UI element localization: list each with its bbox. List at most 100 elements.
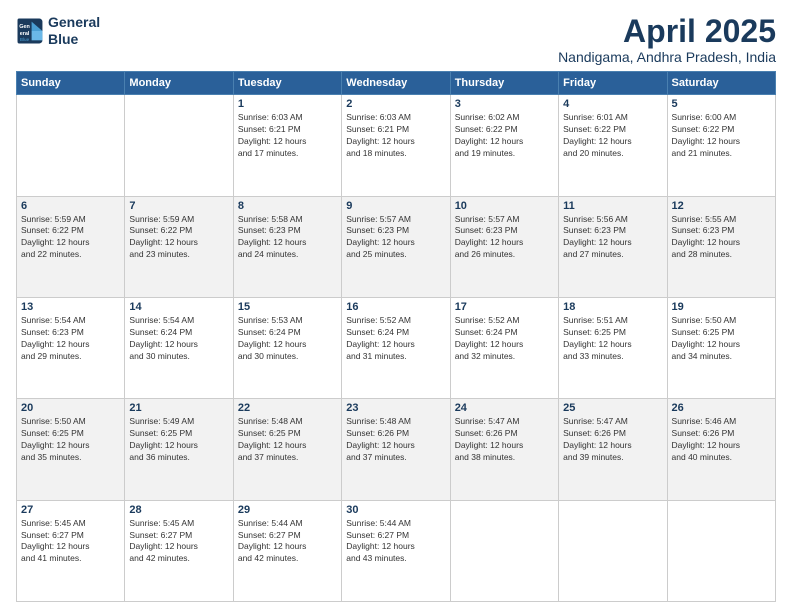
day-number: 15 — [238, 301, 337, 313]
day-info: Sunrise: 5:57 AM Sunset: 6:23 PM Dayligh… — [455, 214, 554, 262]
day-info: Sunrise: 5:48 AM Sunset: 6:25 PM Dayligh… — [238, 416, 337, 464]
day-info: Sunrise: 5:53 AM Sunset: 6:24 PM Dayligh… — [238, 315, 337, 363]
day-number: 30 — [346, 504, 445, 516]
calendar-week-row: 1 Sunrise: 6:03 AM Sunset: 6:21 PM Daylig… — [17, 95, 776, 196]
logo-text-line2: Blue — [48, 31, 100, 48]
day-info: Sunrise: 6:03 AM Sunset: 6:21 PM Dayligh… — [346, 112, 445, 160]
day-number: 14 — [129, 301, 228, 313]
table-row: 18Sunrise: 5:51 AM Sunset: 6:25 PM Dayli… — [559, 297, 667, 398]
calendar-week-row: 27Sunrise: 5:45 AM Sunset: 6:27 PM Dayli… — [17, 500, 776, 601]
day-info: Sunrise: 5:59 AM Sunset: 6:22 PM Dayligh… — [21, 214, 120, 262]
day-info: Sunrise: 5:51 AM Sunset: 6:25 PM Dayligh… — [563, 315, 662, 363]
header-saturday: Saturday — [667, 72, 775, 95]
day-info: Sunrise: 5:55 AM Sunset: 6:23 PM Dayligh… — [672, 214, 771, 262]
day-info: Sunrise: 5:52 AM Sunset: 6:24 PM Dayligh… — [346, 315, 445, 363]
day-number: 26 — [672, 402, 771, 414]
day-number: 5 — [672, 98, 771, 110]
calendar-week-row: 13Sunrise: 5:54 AM Sunset: 6:23 PM Dayli… — [17, 297, 776, 398]
table-row: 1 Sunrise: 6:03 AM Sunset: 6:21 PM Daylig… — [233, 95, 341, 196]
day-number: 20 — [21, 402, 120, 414]
day-info: Sunrise: 5:50 AM Sunset: 6:25 PM Dayligh… — [21, 416, 120, 464]
day-number: 28 — [129, 504, 228, 516]
header-thursday: Thursday — [450, 72, 558, 95]
table-row: 21Sunrise: 5:49 AM Sunset: 6:25 PM Dayli… — [125, 399, 233, 500]
table-row: 14 Sunrise: 5:54 AM Sunset: 6:24 PM Dayli… — [125, 297, 233, 398]
day-number: 3 — [455, 98, 554, 110]
table-row: 3 Sunrise: 6:02 AM Sunset: 6:22 PM Daylig… — [450, 95, 558, 196]
table-row: 28Sunrise: 5:45 AM Sunset: 6:27 PM Dayli… — [125, 500, 233, 601]
day-info: Sunrise: 5:57 AM Sunset: 6:23 PM Dayligh… — [346, 214, 445, 262]
table-row: 23Sunrise: 5:48 AM Sunset: 6:26 PM Dayli… — [342, 399, 450, 500]
table-row: 26 Sunrise: 5:46 AM Sunset: 6:26 PM Dayli… — [667, 399, 775, 500]
day-info: Sunrise: 5:45 AM Sunset: 6:27 PM Dayligh… — [21, 518, 120, 566]
page: Gen eral Blue General Blue April 2025 Na… — [0, 0, 792, 612]
table-row: 25Sunrise: 5:47 AM Sunset: 6:26 PM Dayli… — [559, 399, 667, 500]
day-info: Sunrise: 5:54 AM Sunset: 6:24 PM Dayligh… — [129, 315, 228, 363]
table-row — [559, 500, 667, 601]
header-monday: Monday — [125, 72, 233, 95]
table-row: 12 Sunrise: 5:55 AM Sunset: 6:23 PM Dayli… — [667, 196, 775, 297]
day-info: Sunrise: 5:46 AM Sunset: 6:26 PM Dayligh… — [672, 416, 771, 464]
day-info: Sunrise: 5:56 AM Sunset: 6:23 PM Dayligh… — [563, 214, 662, 262]
svg-text:eral: eral — [20, 31, 30, 37]
day-number: 1 — [238, 98, 337, 110]
day-number: 2 — [346, 98, 445, 110]
table-row: 8Sunrise: 5:58 AM Sunset: 6:23 PM Daylig… — [233, 196, 341, 297]
day-number: 12 — [672, 200, 771, 212]
title-block: April 2025 Nandigama, Andhra Pradesh, In… — [558, 14, 776, 65]
table-row — [667, 500, 775, 601]
table-row: 10 Sunrise: 5:57 AM Sunset: 6:23 PM Dayli… — [450, 196, 558, 297]
calendar-week-row: 6 Sunrise: 5:59 AM Sunset: 6:22 PM Daylig… — [17, 196, 776, 297]
day-info: Sunrise: 5:50 AM Sunset: 6:25 PM Dayligh… — [672, 315, 771, 363]
day-info: Sunrise: 6:01 AM Sunset: 6:22 PM Dayligh… — [563, 112, 662, 160]
table-row: 4 Sunrise: 6:01 AM Sunset: 6:22 PM Daylig… — [559, 95, 667, 196]
day-number: 16 — [346, 301, 445, 313]
day-info: Sunrise: 6:02 AM Sunset: 6:22 PM Dayligh… — [455, 112, 554, 160]
day-info: Sunrise: 5:44 AM Sunset: 6:27 PM Dayligh… — [238, 518, 337, 566]
calendar-week-row: 20 Sunrise: 5:50 AM Sunset: 6:25 PM Dayli… — [17, 399, 776, 500]
table-row — [450, 500, 558, 601]
table-row: 13Sunrise: 5:54 AM Sunset: 6:23 PM Dayli… — [17, 297, 125, 398]
day-info: Sunrise: 5:59 AM Sunset: 6:22 PM Dayligh… — [129, 214, 228, 262]
table-row: 27Sunrise: 5:45 AM Sunset: 6:27 PM Dayli… — [17, 500, 125, 601]
day-info: Sunrise: 5:47 AM Sunset: 6:26 PM Dayligh… — [455, 416, 554, 464]
table-row: 9 Sunrise: 5:57 AM Sunset: 6:23 PM Daylig… — [342, 196, 450, 297]
day-number: 29 — [238, 504, 337, 516]
day-number: 11 — [563, 200, 662, 212]
day-number: 24 — [455, 402, 554, 414]
day-info: Sunrise: 6:03 AM Sunset: 6:21 PM Dayligh… — [238, 112, 337, 160]
table-row — [17, 95, 125, 196]
table-row: 6 Sunrise: 5:59 AM Sunset: 6:22 PM Daylig… — [17, 196, 125, 297]
table-row: 15 Sunrise: 5:53 AM Sunset: 6:24 PM Dayli… — [233, 297, 341, 398]
table-row: 19Sunrise: 5:50 AM Sunset: 6:25 PM Dayli… — [667, 297, 775, 398]
day-info: Sunrise: 5:49 AM Sunset: 6:25 PM Dayligh… — [129, 416, 228, 464]
day-number: 23 — [346, 402, 445, 414]
day-info: Sunrise: 5:54 AM Sunset: 6:23 PM Dayligh… — [21, 315, 120, 363]
logo-text-line1: General — [48, 14, 100, 31]
day-info: Sunrise: 5:44 AM Sunset: 6:27 PM Dayligh… — [346, 518, 445, 566]
day-info: Sunrise: 5:52 AM Sunset: 6:24 PM Dayligh… — [455, 315, 554, 363]
header-wednesday: Wednesday — [342, 72, 450, 95]
day-number: 9 — [346, 200, 445, 212]
day-number: 17 — [455, 301, 554, 313]
table-row: 16 Sunrise: 5:52 AM Sunset: 6:24 PM Dayli… — [342, 297, 450, 398]
table-row: 2 Sunrise: 6:03 AM Sunset: 6:21 PM Daylig… — [342, 95, 450, 196]
table-row: 29 Sunrise: 5:44 AM Sunset: 6:27 PM Dayli… — [233, 500, 341, 601]
table-row: 7 Sunrise: 5:59 AM Sunset: 6:22 PM Daylig… — [125, 196, 233, 297]
location-subtitle: Nandigama, Andhra Pradesh, India — [558, 49, 776, 65]
day-info: Sunrise: 6:00 AM Sunset: 6:22 PM Dayligh… — [672, 112, 771, 160]
day-number: 7 — [129, 200, 228, 212]
table-row: 20 Sunrise: 5:50 AM Sunset: 6:25 PM Dayli… — [17, 399, 125, 500]
svg-text:Blue: Blue — [20, 37, 30, 42]
table-row — [125, 95, 233, 196]
table-row: 30 Sunrise: 5:44 AM Sunset: 6:27 PM Dayli… — [342, 500, 450, 601]
day-info: Sunrise: 5:47 AM Sunset: 6:26 PM Dayligh… — [563, 416, 662, 464]
day-number: 4 — [563, 98, 662, 110]
day-number: 8 — [238, 200, 337, 212]
header-tuesday: Tuesday — [233, 72, 341, 95]
svg-text:Gen: Gen — [19, 24, 30, 30]
day-number: 10 — [455, 200, 554, 212]
day-number: 6 — [21, 200, 120, 212]
month-title: April 2025 — [558, 14, 776, 49]
calendar-header-row: Sunday Monday Tuesday Wednesday Thursday… — [17, 72, 776, 95]
